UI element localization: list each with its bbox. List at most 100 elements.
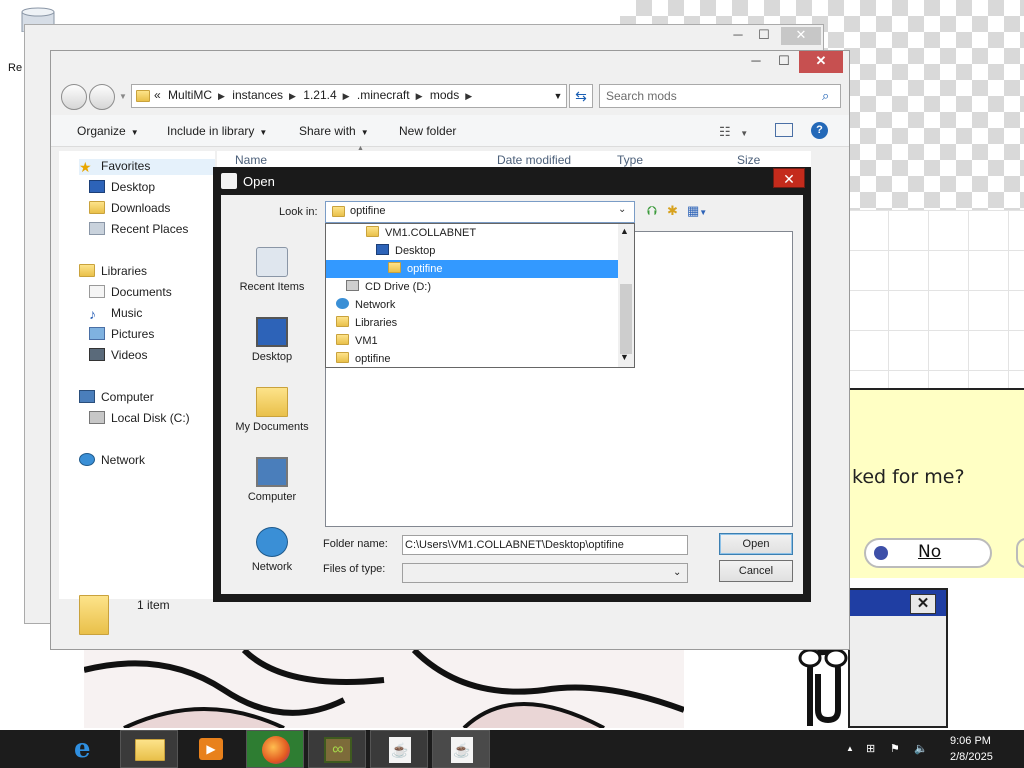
preview-pane-icon[interactable] xyxy=(775,123,793,137)
back-maximize-icon[interactable]: ☐ xyxy=(751,27,777,45)
maximize-button[interactable]: ☐ xyxy=(771,51,797,73)
volume-icon[interactable]: 🔈 xyxy=(914,742,928,755)
breadcrumb-overflow[interactable]: « xyxy=(154,88,161,102)
address-dropdown-icon[interactable]: ▼ xyxy=(551,85,565,107)
show-hidden-icons-icon[interactable]: ▲ xyxy=(846,744,854,753)
dialog-title: Open xyxy=(243,174,275,189)
place-recent-items[interactable]: Recent Items xyxy=(225,247,319,293)
minimize-button[interactable]: ─ xyxy=(743,51,769,73)
taskbar-media-player[interactable]: ▶ xyxy=(182,730,240,768)
desktop-icon xyxy=(256,317,288,347)
cd-drive-icon xyxy=(346,280,359,291)
taskbar-internet-explorer[interactable]: e xyxy=(60,730,118,768)
chevron-down-icon[interactable]: ⌄ xyxy=(673,567,681,578)
close-button[interactable]: ✕ xyxy=(799,51,843,73)
breadcrumb-minecraft[interactable]: .minecraft xyxy=(357,88,410,102)
dropdown-item-libraries[interactable]: Libraries xyxy=(326,314,618,332)
view-options-icon[interactable]: ☷ ▼ xyxy=(719,124,748,140)
anime-wallpaper-image xyxy=(84,650,684,728)
forward-button[interactable] xyxy=(89,84,115,110)
dropdown-item-optifine[interactable]: optifine xyxy=(326,350,618,368)
breadcrumb-multimc[interactable]: MultiMC xyxy=(168,88,212,102)
nav-recent-places[interactable]: Recent Places xyxy=(89,222,188,236)
libraries-icon xyxy=(79,264,95,277)
clippy-close-icon[interactable]: ✕ xyxy=(910,594,936,614)
dialog-close-button[interactable]: ✕ xyxy=(773,168,805,188)
nav-libraries[interactable]: Libraries xyxy=(79,264,147,278)
back-button[interactable] xyxy=(61,84,87,110)
nav-desktop[interactable]: Desktop xyxy=(89,180,155,194)
network-icon xyxy=(336,298,349,309)
dropdown-item-network[interactable]: Network xyxy=(326,296,618,314)
breadcrumb-version[interactable]: 1.21.4 xyxy=(303,88,336,102)
refresh-icon[interactable]: ⇆ xyxy=(569,84,593,108)
look-in-combo[interactable]: optifine ⌄ xyxy=(325,201,635,223)
help-icon[interactable]: ? xyxy=(811,122,828,139)
dropdown-item-vm1-collabnet[interactable]: VM1.COLLABNET xyxy=(326,224,618,242)
place-network[interactable]: Network xyxy=(225,527,319,573)
nav-downloads[interactable]: Downloads xyxy=(89,201,170,215)
look-in-dropdown-list: VM1.COLLABNET Desktop optifine CD Drive … xyxy=(325,223,635,368)
taskbar-file-explorer[interactable] xyxy=(120,730,178,768)
new-folder-button[interactable]: New folder xyxy=(399,124,456,138)
recent-pages-icon[interactable]: ▼ xyxy=(119,92,127,101)
network-tray-icon[interactable]: ⊞ xyxy=(866,742,875,755)
place-my-documents[interactable]: My Documents xyxy=(225,387,319,433)
nav-favorites[interactable]: ★ Favorites xyxy=(79,159,215,175)
folder-icon xyxy=(136,90,150,102)
dropdown-item-vm1[interactable]: VM1 xyxy=(326,332,618,350)
column-type[interactable]: Type xyxy=(617,153,643,167)
dropdown-scroll-thumb[interactable] xyxy=(620,284,632,354)
column-size[interactable]: Size xyxy=(737,153,760,167)
documents-icon xyxy=(89,285,105,298)
dropdown-item-optifine-selected[interactable]: optifine xyxy=(326,260,618,278)
background-other-button[interactable] xyxy=(1016,538,1024,568)
java-icon: ☕ xyxy=(389,737,411,763)
nav-videos[interactable]: Videos xyxy=(89,348,147,362)
back-minimize-icon[interactable]: ─ xyxy=(725,27,751,45)
place-desktop[interactable]: Desktop xyxy=(225,317,319,363)
share-with-button[interactable]: Share with ▼ xyxy=(299,124,369,138)
nav-network[interactable]: Network xyxy=(79,453,145,467)
search-box[interactable]: Search mods ⌕ xyxy=(599,84,841,108)
new-folder-icon[interactable]: ✱ xyxy=(667,203,678,219)
look-in-value: optifine xyxy=(350,205,386,217)
search-icon[interactable]: ⌕ xyxy=(822,88,829,104)
address-bar[interactable]: « MultiMC ▶ instances ▶ 1.21.4 ▶ .minecraft… xyxy=(131,84,567,108)
clock-time[interactable]: 9:06 PM xyxy=(950,735,991,747)
view-menu-icon[interactable]: ▦▼ xyxy=(687,203,707,219)
folder-name-label: Folder name: xyxy=(323,538,388,550)
computer-icon xyxy=(256,457,288,487)
column-name[interactable]: Name xyxy=(235,153,267,167)
sort-indicator-icon: ▲ xyxy=(357,145,364,152)
breadcrumb-instances[interactable]: instances xyxy=(232,88,283,102)
clock-date[interactable]: 2/8/2025 xyxy=(950,751,993,763)
include-in-library-button[interactable]: Include in library ▼ xyxy=(167,124,267,138)
open-button[interactable]: Open xyxy=(719,533,793,555)
back-close-icon[interactable]: ✕ xyxy=(781,27,821,45)
dropdown-item-desktop[interactable]: Desktop xyxy=(326,242,618,260)
taskbar-firefox[interactable] xyxy=(246,730,304,768)
scroll-down-icon[interactable]: ▼ xyxy=(620,352,629,362)
taskbar-multimc[interactable]: ∞ xyxy=(308,730,366,768)
column-date-modified[interactable]: Date modified xyxy=(497,153,571,167)
nav-pictures[interactable]: Pictures xyxy=(89,327,154,341)
nav-computer[interactable]: Computer xyxy=(79,390,154,404)
up-folder-icon[interactable]: ⮉ xyxy=(647,203,657,219)
place-computer[interactable]: Computer xyxy=(225,457,319,503)
taskbar-java-1[interactable]: ☕ xyxy=(370,730,428,768)
organize-button[interactable]: Organize ▼ xyxy=(77,124,139,138)
dropdown-item-cd-drive[interactable]: CD Drive (D:) xyxy=(326,278,618,296)
folder-name-input[interactable]: C:\Users\VM1.COLLABNET\Desktop\optifine xyxy=(402,535,688,555)
files-of-type-select[interactable]: ⌄ xyxy=(402,563,688,583)
breadcrumb-mods[interactable]: mods xyxy=(430,88,459,102)
grid-image xyxy=(848,210,1024,390)
chevron-down-icon[interactable]: ⌄ xyxy=(618,204,626,215)
nav-local-disk[interactable]: Local Disk (C:) xyxy=(89,411,190,425)
nav-documents[interactable]: Documents xyxy=(89,285,172,299)
scroll-up-icon[interactable]: ▲ xyxy=(620,226,629,236)
taskbar-java-2[interactable]: ☕ xyxy=(432,730,490,768)
nav-music[interactable]: ♪ Music xyxy=(89,306,142,322)
cancel-button[interactable]: Cancel xyxy=(719,560,793,582)
action-center-flag-icon[interactable]: ⚑ xyxy=(890,742,900,755)
